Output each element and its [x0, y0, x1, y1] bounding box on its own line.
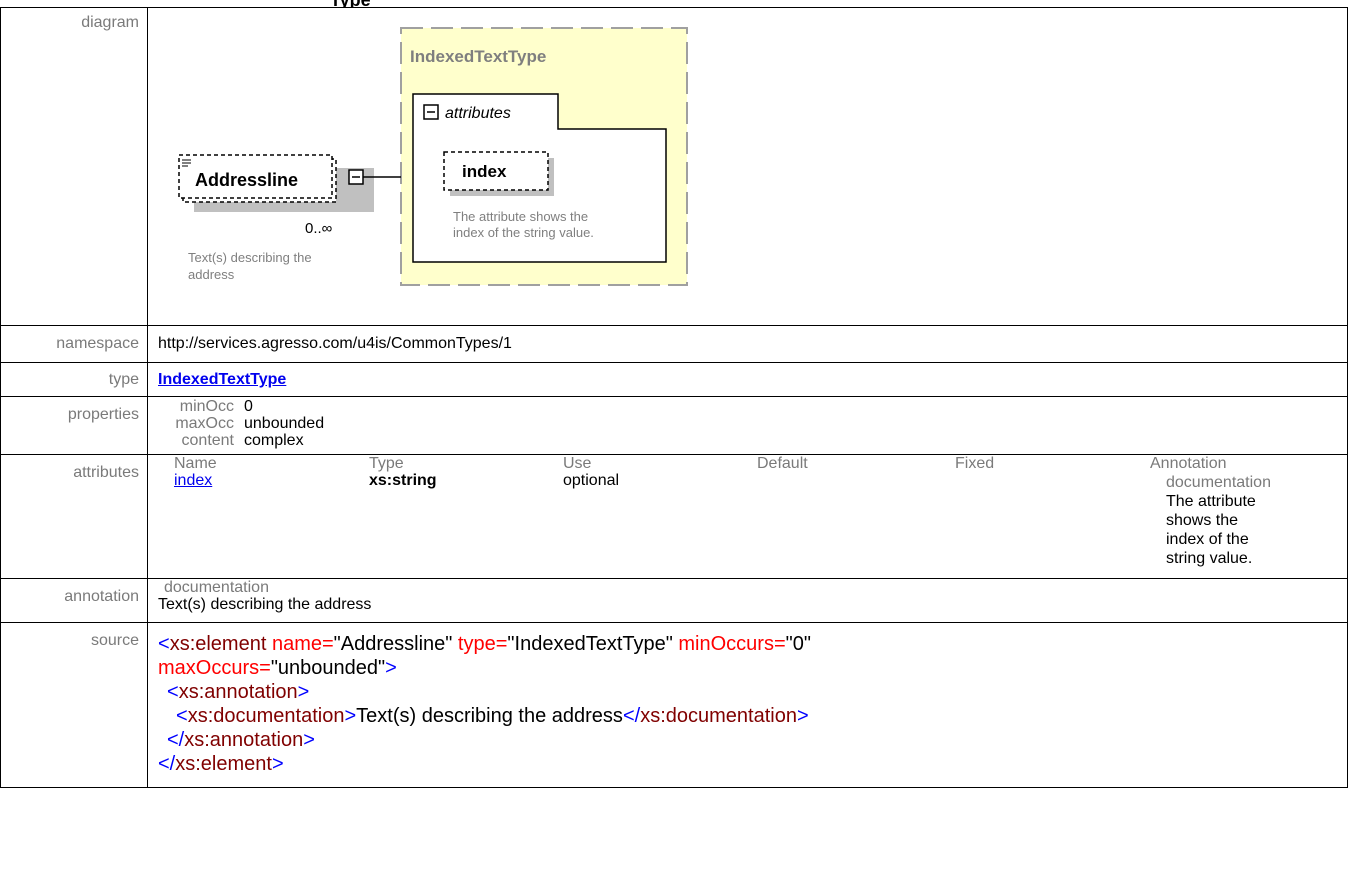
attr-index-type: xs:string [369, 472, 437, 489]
element-doc-line2: address [188, 267, 235, 282]
row-annotation: annotation documentation Text(s) describ… [0, 578, 1348, 623]
source-line-3: <xs:annotation> [167, 681, 310, 703]
attr-header-type: Type [369, 455, 404, 472]
attr-header-fixed: Fixed [955, 455, 995, 472]
attr-annotation-line2: shows the [1166, 512, 1239, 529]
label-diagram: diagram [0, 7, 148, 326]
diagram-cell: IndexedTextType attributes index The att… [147, 7, 1348, 326]
row-attributes: attributes Name Type Use Default Fixed A… [0, 454, 1348, 579]
prop-value-content: complex [244, 432, 304, 449]
label-source: source [0, 622, 148, 788]
properties-grid: minOcc 0 maxOcc unbounded content comple… [158, 398, 1347, 449]
row-type: type IndexedTextType [0, 362, 1348, 397]
row-namespace: namespace http://services.agresso.com/u4… [0, 325, 1348, 363]
schema-diagram: IndexedTextType attributes index The att… [148, 8, 1347, 324]
prop-value-maxocc: unbounded [244, 415, 325, 432]
element-addressline-name: Addressline [195, 170, 298, 190]
schema-doc-table: diagram IndexedTextType attributes index… [0, 7, 1348, 788]
prop-key-content: content [181, 432, 234, 449]
attr-annotation-key: documentation [1166, 474, 1271, 491]
row-properties: properties minOcc 0 maxOcc unbounded con… [0, 396, 1348, 455]
attr-header-use: Use [563, 455, 592, 472]
source-cell: <xs:element name="Addressline" type="Ind… [147, 622, 1348, 788]
label-properties: properties [0, 396, 148, 455]
type-cell: IndexedTextType [147, 362, 1348, 397]
source-code: <xs:element name="Addressline" type="Ind… [158, 629, 1347, 776]
annotation-cell: documentation Text(s) describing the add… [147, 578, 1348, 623]
attr-index-use: optional [563, 472, 620, 489]
attr-index-link[interactable]: index [174, 472, 212, 490]
attributes-cell: Name Type Use Default Fixed Annotation i… [147, 454, 1348, 579]
row-diagram: diagram IndexedTextType attributes index… [0, 7, 1348, 326]
diagram-svg: IndexedTextType attributes index The att… [178, 27, 688, 286]
source-line-5: </xs:annotation> [167, 729, 315, 751]
source-line-2: maxOccurs="unbounded"> [158, 657, 397, 679]
source-line-1: <xs:element name="Addressline" type="Ind… [158, 633, 811, 655]
collapse-icon[interactable] [423, 104, 439, 120]
prop-key-minocc: minOcc [179, 398, 234, 415]
prop-value-minocc: 0 [244, 398, 253, 415]
attr-header-name: Name [174, 455, 217, 472]
row-source: source <xs:element name="Addressline" ty… [0, 622, 1348, 788]
element-doc-line1: Text(s) describing the [188, 250, 312, 265]
type-box-title: IndexedTextType [410, 47, 546, 66]
label-type: type [0, 362, 148, 397]
attribute-index-name: index [462, 162, 507, 181]
prop-key-maxocc: maxOcc [175, 415, 234, 432]
attr-annotation-line3: index of the [1166, 531, 1249, 548]
attributes-group-label: attributes [445, 105, 511, 122]
source-line-6: </xs:element> [158, 753, 284, 775]
attr-header-annotation: Annotation [1150, 455, 1227, 472]
attribute-doc-line2: index of the string value. [453, 225, 594, 240]
annotation-key: documentation [164, 579, 269, 596]
annotation-value: Text(s) describing the address [158, 596, 372, 613]
label-annotation: annotation [0, 578, 148, 623]
label-attributes: attributes [0, 454, 148, 579]
properties-cell: minOcc 0 maxOcc unbounded content comple… [147, 396, 1348, 455]
label-namespace: namespace [0, 325, 148, 363]
attr-header-default: Default [757, 455, 808, 472]
attr-index-annotation: documentation The attribute shows the in… [1166, 473, 1271, 568]
attr-annotation-line4: string value. [1166, 550, 1253, 567]
type-link[interactable]: IndexedTextType [158, 371, 286, 388]
attribute-doc-line1: The attribute shows the [453, 209, 588, 224]
attributes-table: Name Type Use Default Fixed Annotation i… [158, 455, 1347, 575]
element-collapse-icon[interactable] [348, 169, 364, 185]
element-cardinality: 0..∞ [305, 220, 333, 237]
namespace-value: http://services.agresso.com/u4is/CommonT… [147, 325, 1348, 363]
attr-annotation-line1: The attribute [1166, 493, 1256, 510]
source-line-4: <xs:documentation>Text(s) describing the… [176, 705, 809, 727]
